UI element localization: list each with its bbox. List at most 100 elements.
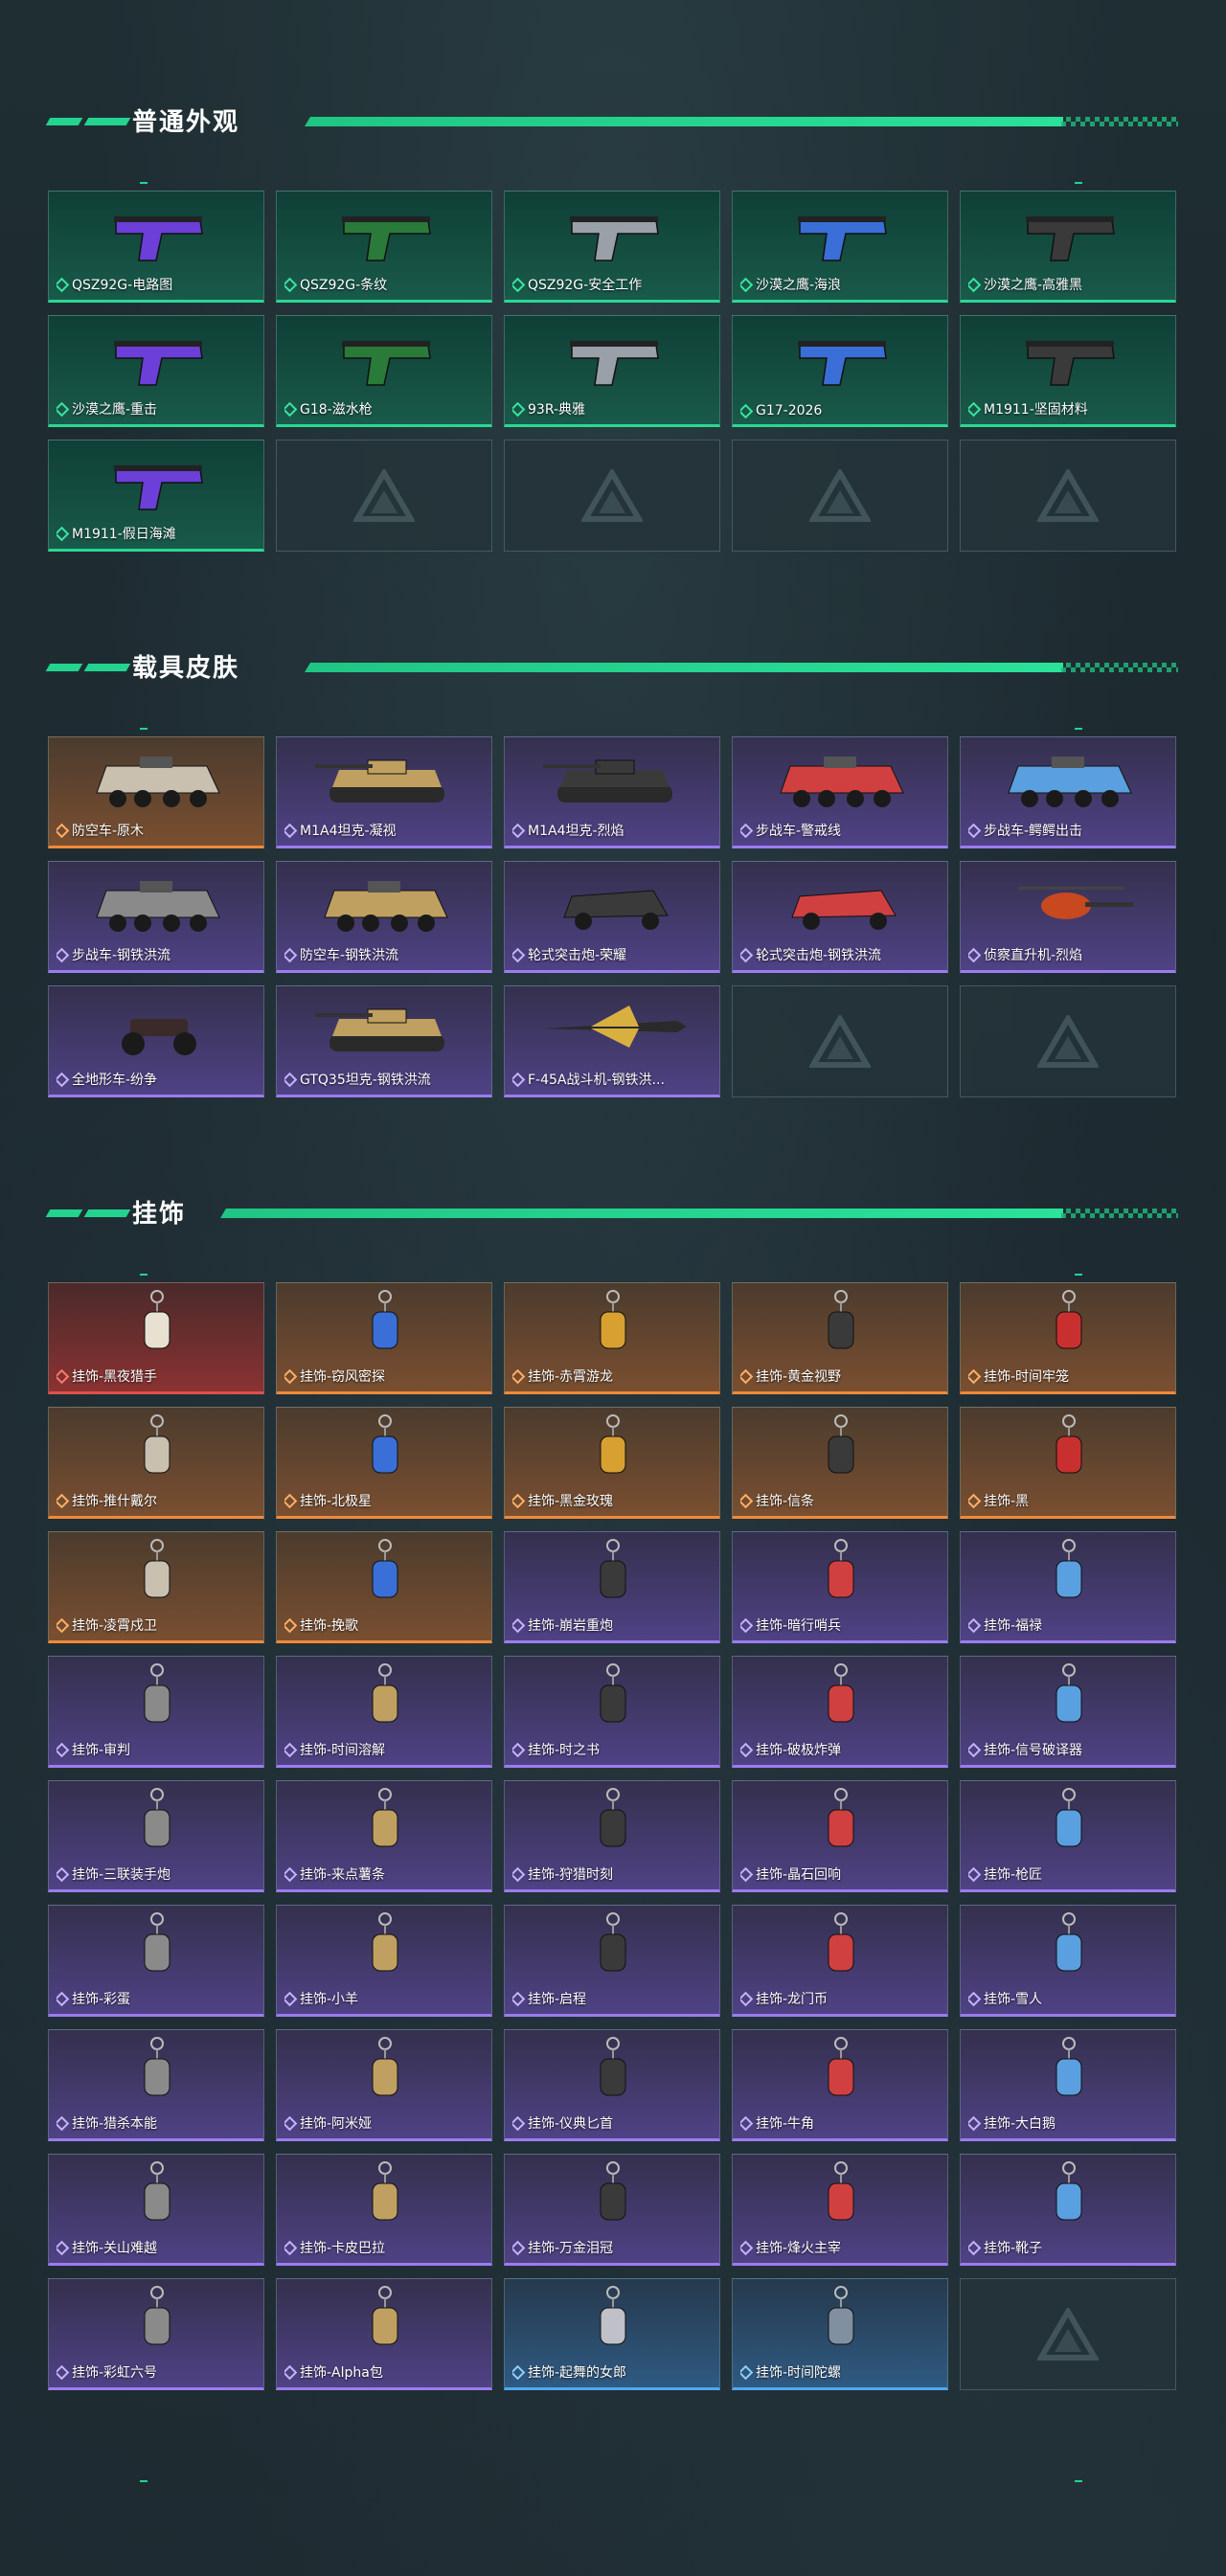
charms-item-card[interactable]: 挂饰-北极星 (276, 1407, 492, 1519)
weapons-item-card[interactable]: QSZ92G-条纹 (276, 191, 492, 303)
vehicles-item-card[interactable]: GTQ35坦克-钢铁洪流 (276, 985, 492, 1097)
vehicles-item-card[interactable]: M1A4坦克-烈焰 (504, 736, 720, 848)
item-name: 挂饰-暗行哨兵 (756, 1618, 842, 1634)
charms-item-card[interactable]: 挂饰-黄金视野 (732, 1282, 948, 1394)
charms-item-card[interactable]: 挂饰-小羊 (276, 1905, 492, 2017)
weapons-item-card[interactable]: 93R-典雅 (504, 315, 720, 427)
weapons-item-card[interactable]: 沙漠之鹰-海浪 (732, 191, 948, 303)
charms-item-card[interactable]: 挂饰-靴子 (960, 2154, 1176, 2266)
item-label: 挂饰-关山难越 (57, 2238, 258, 2257)
item-name: M1911-坚固材料 (984, 402, 1088, 418)
charms-item-card[interactable]: 挂饰-推什戴尔 (48, 1407, 264, 1519)
rarity-diamond-icon (512, 2240, 526, 2255)
charms-item-card[interactable]: 挂饰-破极炸弹 (732, 1656, 948, 1768)
charms-item-card[interactable]: 挂饰-阿米娅 (276, 2029, 492, 2141)
vehicles-item-card[interactable]: 防空车-原木 (48, 736, 264, 848)
charms-item-card[interactable]: 挂饰-暗行哨兵 (732, 1531, 948, 1643)
charms-item-card[interactable]: 挂饰-Alpha包 (276, 2278, 492, 2390)
charms-item-card[interactable]: 挂饰-时间牢笼 (960, 1282, 1176, 1394)
charms-item-card[interactable]: 挂饰-关山难越 (48, 2154, 264, 2266)
item-label: 沙漠之鹰-重击 (57, 399, 258, 418)
charms-item-card[interactable]: 挂饰-雪人 (960, 1905, 1176, 2017)
item-name: 挂饰-福禄 (984, 1618, 1043, 1634)
vehicles-item-card[interactable]: 轮式突击炮-荣耀 (504, 861, 720, 973)
charms-item-card[interactable]: 挂饰-烽火主宰 (732, 2154, 948, 2266)
rarity-diamond-icon (740, 2364, 754, 2380)
charms-item-card[interactable]: 挂饰-三联装手炮 (48, 1780, 264, 1892)
charms-item-card[interactable]: 挂饰-福禄 (960, 1531, 1176, 1643)
charms-item-card[interactable]: 挂饰-来点薯条 (276, 1780, 492, 1892)
weapons-item-card[interactable]: G17-2026 (732, 315, 948, 427)
charms-item-card[interactable]: 挂饰-信号破译器 (960, 1656, 1176, 1768)
charms-item-card[interactable]: 挂饰-挽歌 (276, 1531, 492, 1643)
placeholder-logo-icon (352, 466, 417, 523)
rarity-diamond-icon (284, 277, 298, 292)
charms-item-card[interactable]: 挂饰-凌霄戍卫 (48, 1531, 264, 1643)
rarity-diamond-icon (740, 1742, 754, 1757)
vehicles-item-card[interactable]: 步战车-鳄鳄出击 (960, 736, 1176, 848)
charms-item-card[interactable]: 挂饰-时间溶解 (276, 1656, 492, 1768)
charms-item-card[interactable]: 挂饰-枪匠 (960, 1780, 1176, 1892)
item-name: 挂饰-猎杀本能 (72, 2116, 158, 2132)
charms-item-card[interactable]: 挂饰-仪典匕首 (504, 2029, 720, 2141)
vehicles-item-card[interactable]: 防空车-钢铁洪流 (276, 861, 492, 973)
charms-item-card[interactable]: 挂饰-时之书 (504, 1656, 720, 1768)
item-name: 挂饰-推什戴尔 (72, 1494, 158, 1509)
weapons-item-card[interactable]: QSZ92G-安全工作 (504, 191, 720, 303)
vehicles-item-card[interactable]: 侦察直升机-烈焰 (960, 861, 1176, 973)
rarity-diamond-icon (57, 1617, 70, 1633)
rarity-diamond-icon (740, 2240, 754, 2255)
charms-item-card[interactable]: 挂饰-大白鹅 (960, 2029, 1176, 2141)
rarity-diamond-icon (57, 947, 70, 962)
header-accent-bar (83, 1209, 131, 1217)
divider-tick (140, 182, 148, 184)
vehicles-item-card[interactable]: 步战车-警戒线 (732, 736, 948, 848)
charms-item-card[interactable]: 挂饰-猎杀本能 (48, 2029, 264, 2141)
charms-item-card[interactable]: 挂饰-晶石回响 (732, 1780, 948, 1892)
charms-item-card[interactable]: 挂饰-万金泪冠 (504, 2154, 720, 2266)
weapons-item-card[interactable]: QSZ92G-电路图 (48, 191, 264, 303)
vehicles-item-card[interactable]: M1A4坦克-凝视 (276, 736, 492, 848)
charms-item-card[interactable]: 挂饰-卡皮巴拉 (276, 2154, 492, 2266)
vehicles-item-card[interactable]: F-45A战斗机-钢铁洪... (504, 985, 720, 1097)
charms-item-card[interactable]: 挂饰-启程 (504, 1905, 720, 2017)
charms-item-card[interactable]: 挂饰-赤霄游龙 (504, 1282, 720, 1394)
empty-slot (960, 440, 1176, 552)
charms-item-card[interactable]: 挂饰-起舞的女郎 (504, 2278, 720, 2390)
charm-grid: 挂饰-黑夜猎手 挂饰-窃风密探 挂饰-赤霄游龙 挂饰-黄金视野 挂饰-时间牢笼挂饰-推什… (48, 1282, 1178, 2394)
weapons-item-card[interactable]: M1911-假日海滩 (48, 440, 264, 552)
item-name: 挂饰-晶石回响 (756, 1867, 842, 1883)
charms-item-card[interactable]: 挂饰-黑 (960, 1407, 1176, 1519)
charms-item-card[interactable]: 挂饰-龙门币 (732, 1905, 948, 2017)
charms-item-card[interactable]: 挂饰-窃风密探 (276, 1282, 492, 1394)
weapons-item-card[interactable]: M1911-坚固材料 (960, 315, 1176, 427)
weapons-item-card[interactable]: 沙漠之鹰-重击 (48, 315, 264, 427)
item-label: 挂饰-北极星 (284, 1491, 486, 1510)
item-label: 沙漠之鹰-高雅黑 (968, 275, 1169, 294)
rarity-diamond-icon (57, 401, 70, 417)
charms-item-card[interactable]: 挂饰-黑夜猎手 (48, 1282, 264, 1394)
rarity-diamond-icon (512, 277, 526, 292)
charms-item-card[interactable]: 挂饰-彩蛋 (48, 1905, 264, 2017)
item-label: 步战车-警戒线 (740, 821, 942, 840)
charms-item-card[interactable]: 挂饰-时间陀螺 (732, 2278, 948, 2390)
charms-item-card[interactable]: 挂饰-崩岩重炮 (504, 1531, 720, 1643)
weapons-item-card[interactable]: G18-滋水枪 (276, 315, 492, 427)
vehicles-item-card[interactable]: 全地形车-纷争 (48, 985, 264, 1097)
charms-item-card[interactable]: 挂饰-审判 (48, 1656, 264, 1768)
charms-item-card[interactable]: 挂饰-彩虹六号 (48, 2278, 264, 2390)
charms-item-card[interactable]: 挂饰-信条 (732, 1407, 948, 1519)
rarity-diamond-icon (968, 1617, 982, 1633)
item-label: 挂饰-三联装手炮 (57, 1864, 258, 1884)
charms-item-card[interactable]: 挂饰-牛角 (732, 2029, 948, 2141)
item-name: 93R-典雅 (528, 402, 586, 418)
rarity-diamond-icon (512, 401, 526, 417)
weapons-item-card[interactable]: 沙漠之鹰-高雅黑 (960, 191, 1176, 303)
divider-tick (140, 1274, 148, 1276)
vehicles-item-card[interactable]: 轮式突击炮-钢铁洪流 (732, 861, 948, 973)
charms-item-card[interactable]: 挂饰-狩猎时刻 (504, 1780, 720, 1892)
item-label: M1911-坚固材料 (968, 399, 1169, 418)
charms-item-card[interactable]: 挂饰-黑金玫瑰 (504, 1407, 720, 1519)
vehicles-item-card[interactable]: 步战车-钢铁洪流 (48, 861, 264, 973)
item-name: M1911-假日海滩 (72, 527, 176, 542)
